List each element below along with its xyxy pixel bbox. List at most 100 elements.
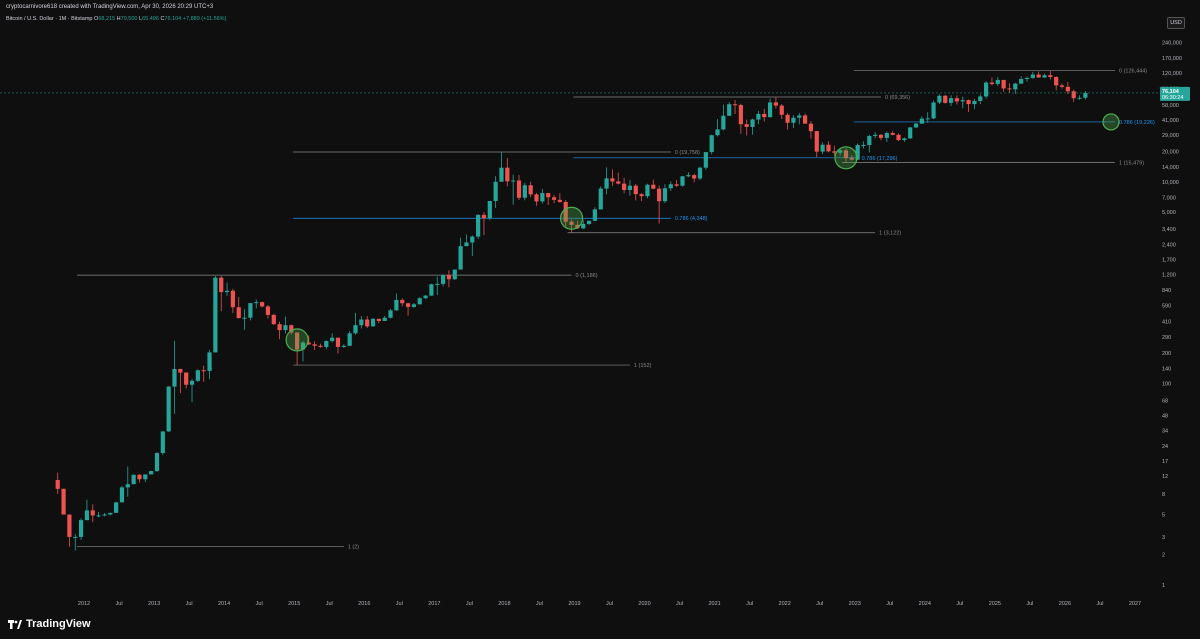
candle-body: [481, 214, 487, 219]
y-tick-label: 590: [1162, 304, 1171, 310]
y-tick-label: 48: [1162, 414, 1168, 420]
candle-body: [913, 123, 919, 128]
candle-body: [1007, 88, 1012, 90]
candle-body: [610, 178, 615, 182]
candle-body: [248, 303, 253, 318]
candle-body: [902, 138, 907, 141]
candle-body: [890, 133, 895, 135]
x-tick-label: 2024: [919, 601, 931, 607]
candle-body: [721, 115, 726, 130]
x-tick-label: 2016: [358, 601, 370, 607]
candle-body: [154, 452, 160, 472]
candle-body: [586, 220, 592, 224]
candle-body: [160, 431, 165, 453]
highlight-circle: [1102, 113, 1120, 131]
attribution-text: cryptocarnivore618 created with TradingV…: [6, 4, 214, 10]
candle-body: [557, 199, 562, 202]
candle-body: [873, 134, 878, 136]
candle-body: [919, 118, 924, 124]
candle-body: [1030, 74, 1035, 78]
symbol-title: Bitcoin / U.S. Dollar · 1M · Bitstamp: [6, 16, 93, 22]
candle-body: [172, 368, 177, 387]
candle-body: [400, 299, 405, 304]
candle-body: [598, 188, 603, 210]
candle-body: [370, 318, 376, 327]
candle-body: [995, 79, 1000, 84]
price-chart[interactable]: 0 (1,186) 1 (2) 1 (152) 0 (19,758) 0.786 (4,…: [0, 0, 1200, 639]
candle-body: [551, 197, 557, 200]
candle-body: [417, 298, 422, 305]
y-tick-label: 68: [1162, 398, 1168, 404]
candle-body: [972, 100, 977, 105]
time-axis[interactable]: 2012 Jul 2013 Jul 2014 Jul 2015 Jul 2016 Jul 2017 J…: [78, 601, 1141, 607]
x-tick-label: 2023: [849, 601, 861, 607]
brand-name: TradingView: [26, 618, 91, 630]
candle-body: [388, 310, 393, 318]
candle-body: [143, 474, 148, 480]
x-tick-label: Jul: [396, 601, 403, 607]
candle-body: [446, 274, 452, 280]
candle-body: [937, 95, 942, 103]
price-axis[interactable]: 123581217243448681001402002904105908401,…: [1160, 41, 1190, 589]
candle-body: [242, 317, 247, 319]
fib-level-label: 1 (152): [634, 363, 652, 369]
y-tick-label: 3: [1162, 535, 1165, 541]
candle-body: [341, 345, 346, 347]
x-tick-label: Jul: [466, 601, 473, 607]
highlight-circle: [285, 328, 309, 352]
candle-body: [324, 341, 329, 347]
candle-body: [1042, 75, 1047, 78]
candle-body: [131, 474, 136, 485]
candle-body: [943, 95, 948, 103]
y-tick-label: 1: [1162, 583, 1165, 589]
y-tick-label: 34: [1162, 429, 1168, 435]
x-tick-label: 2015: [288, 601, 300, 607]
candle-body: [312, 344, 317, 346]
y-tick-label: 140: [1162, 367, 1171, 373]
candle-body: [960, 100, 965, 102]
price-badge-countdown: 06:30:24: [1162, 95, 1183, 101]
candle-body: [102, 514, 107, 516]
high-value: 79,500: [120, 16, 138, 22]
candle-body: [265, 306, 271, 315]
y-tick-label: 120,000: [1162, 71, 1182, 77]
candle-body: [750, 119, 755, 127]
candle-body: [84, 510, 90, 521]
candle-body: [1083, 92, 1088, 98]
candle-body: [1054, 76, 1059, 86]
candle-body: [259, 302, 265, 307]
candle-body: [978, 96, 983, 101]
y-tick-label: 12: [1162, 474, 1168, 480]
candle-body: [651, 184, 656, 189]
candle-body: [405, 303, 411, 307]
candlestick-series: [0, 70, 1160, 551]
currency-button[interactable]: USD: [1167, 17, 1185, 29]
candle-body: [727, 104, 732, 116]
candle-body: [948, 98, 954, 103]
candle-body: [592, 209, 598, 221]
y-tick-label: 10,000: [1162, 180, 1179, 186]
candle-body: [114, 502, 119, 513]
candle-body: [715, 129, 720, 136]
candle-body: [119, 487, 125, 503]
candle-body: [744, 124, 749, 127]
candle-body: [73, 536, 78, 538]
candle-body: [283, 325, 288, 331]
candle-body: [499, 167, 504, 182]
fib-level-label: 0.786 (17,296): [862, 156, 898, 162]
candle-body: [61, 488, 66, 515]
candle-body: [1065, 86, 1070, 92]
symbol-legend[interactable]: Bitcoin / U.S. Dollar · 1M · Bitstamp O6…: [6, 16, 226, 22]
candle-body: [458, 246, 463, 270]
candle-body: [137, 474, 142, 480]
candle-body: [1019, 79, 1024, 84]
candle-body: [435, 283, 440, 285]
x-tick-label: Jul: [116, 601, 123, 607]
candle-body: [989, 82, 995, 84]
candle-body: [581, 223, 586, 229]
x-tick-label: Jul: [606, 601, 613, 607]
y-tick-label: 1,200: [1162, 273, 1176, 279]
y-tick-label: 17: [1162, 459, 1168, 465]
tradingview-logo[interactable]: TradingView: [8, 618, 91, 630]
y-tick-label: 24: [1162, 444, 1168, 450]
